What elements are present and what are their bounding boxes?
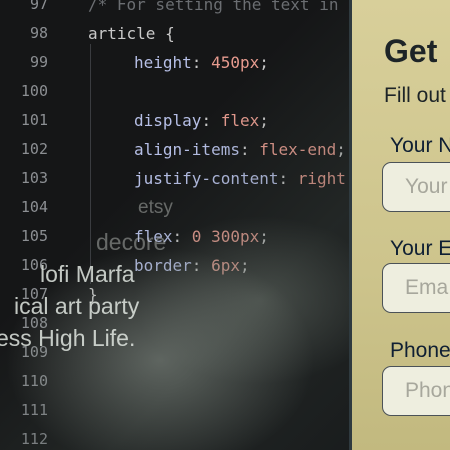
- overlay-text-line: etsy: [138, 197, 173, 218]
- name-input[interactable]: [383, 163, 450, 211]
- code-punctuation: :: [278, 169, 298, 188]
- line-number: 105: [20, 227, 48, 245]
- overlay-text-line: ess High Life.: [0, 325, 136, 351]
- code-comment: /* For setting the text in lower: [88, 0, 350, 14]
- email-field[interactable]: [382, 263, 450, 313]
- overlay-text-line: ical art party: [14, 293, 140, 319]
- css-value: 450px: [211, 53, 260, 72]
- code-punctuation: ;: [259, 53, 269, 72]
- name-field[interactable]: [382, 162, 450, 212]
- code-plain: article {: [88, 24, 175, 43]
- css-value: 6px: [211, 256, 240, 275]
- line-number: 104: [20, 198, 48, 216]
- code-punctuation: :: [191, 256, 212, 275]
- form-title: Get: [384, 33, 438, 69]
- overlay-text-line: lofi Marfa: [40, 261, 135, 287]
- code-text: display: flex;: [134, 106, 269, 135]
- name-label: Your N: [390, 134, 450, 157]
- email-label: Your E: [390, 237, 450, 260]
- line-number: 112: [20, 430, 48, 448]
- line-number: 97: [29, 0, 48, 13]
- code-punctuation: ;: [336, 140, 346, 159]
- line-number: 103: [20, 169, 48, 187]
- line-number: 101: [20, 111, 48, 129]
- css-value: right: [297, 169, 346, 188]
- phone-input[interactable]: [383, 367, 450, 415]
- code-text: height: 450px;: [134, 48, 269, 77]
- contact-form-panel: Get Fill out Your N Your E Phone: [349, 0, 450, 450]
- code-punctuation: :: [201, 111, 221, 130]
- css-value: flex-end: [259, 140, 337, 159]
- css-property: border: [134, 256, 192, 275]
- code-text: align-items: flex-end;: [134, 135, 346, 164]
- css-property: display: [134, 111, 202, 130]
- css-property: align-items: [134, 140, 240, 159]
- code-punctuation: :: [191, 53, 212, 72]
- code-editor: 97 /* For setting the text in lower 98 arti…: [0, 0, 350, 450]
- line-number: 110: [20, 372, 48, 390]
- line-number: 99: [29, 53, 48, 71]
- css-property: height: [134, 53, 192, 72]
- indent-guide: [90, 44, 91, 284]
- css-value: 0 300px: [191, 227, 260, 246]
- code-punctuation: ;: [259, 111, 269, 130]
- phone-label: Phone: [390, 339, 450, 362]
- line-number: 100: [20, 82, 48, 100]
- code-text: article {: [88, 19, 175, 48]
- overlay-text-line: decore: [96, 229, 167, 255]
- line-number: 102: [20, 140, 48, 158]
- phone-field[interactable]: [382, 366, 450, 416]
- form-subtitle: Fill out: [384, 84, 446, 107]
- code-text: /* For setting the text in lower: [88, 0, 350, 19]
- code-punctuation: :: [239, 140, 260, 159]
- code-text: justify-content: right;: [134, 164, 350, 193]
- code-punctuation: ;: [259, 227, 269, 246]
- css-value: flex: [220, 111, 260, 130]
- email-input[interactable]: [383, 264, 450, 312]
- code-punctuation: ;: [239, 256, 250, 275]
- line-number: 111: [20, 401, 48, 419]
- line-number: 98: [29, 24, 48, 42]
- code-punctuation: :: [172, 227, 192, 246]
- css-property: justify-content: [134, 169, 279, 188]
